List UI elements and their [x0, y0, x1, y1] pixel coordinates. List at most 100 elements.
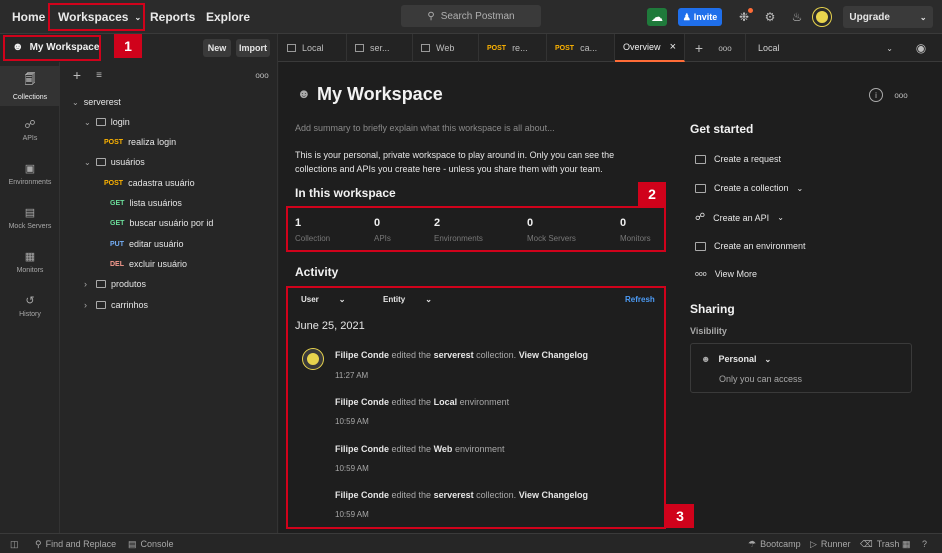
nav-explore[interactable]: Explore	[206, 0, 250, 34]
tree-request[interactable]: POST cadastra usuário	[104, 175, 195, 191]
tree-request[interactable]: GET lista usuários	[110, 195, 182, 211]
close-icon[interactable]: ×	[670, 41, 676, 53]
invite-button[interactable]: ♟ Invite	[678, 8, 722, 26]
tab-local[interactable]: Local	[279, 34, 347, 62]
help-icon[interactable]: ?	[922, 534, 927, 553]
add-icon[interactable]: +	[70, 67, 84, 83]
rail-environments[interactable]: ▣ Environments	[0, 154, 60, 194]
eye-icon[interactable]: ◉	[912, 40, 930, 56]
tree-request[interactable]: POST realiza login	[104, 134, 176, 150]
rail-apis[interactable]: ☍ APIs	[0, 110, 60, 150]
bootcamp-icon: ☂	[748, 538, 757, 549]
new-button[interactable]: New	[203, 39, 231, 57]
tab-post-realiza[interactable]: POST re...	[479, 34, 547, 62]
nav-workspaces[interactable]: Workspaces ⌄	[58, 0, 141, 34]
upgrade-button[interactable]: Upgrade ⌄	[843, 6, 933, 28]
nav-workspaces-label: Workspaces	[58, 10, 129, 24]
stat-environments-count[interactable]: 2	[434, 217, 440, 229]
tree-folder-produtos[interactable]: › produtos	[84, 276, 146, 292]
activity-time: 10:59 AM	[335, 464, 369, 473]
create-request-link[interactable]: Create a request	[695, 154, 781, 164]
runner-button[interactable]: ▷ Runner	[810, 534, 850, 553]
activity-item: Filipe Conde edited the serverest collec…	[335, 350, 589, 360]
environment-icon: ▣	[24, 163, 36, 175]
annotation-label: 2	[638, 182, 666, 206]
visibility-select[interactable]: ☻ Personal ⌄	[701, 354, 771, 364]
create-environment-link[interactable]: Create an environment	[695, 241, 806, 251]
sync-status-icon[interactable]: ☁	[647, 8, 667, 26]
layout-icon[interactable]: ▦	[902, 534, 911, 553]
create-collection-link[interactable]: Create a collection ⌄	[695, 183, 803, 193]
search-icon: ⚲	[427, 10, 435, 22]
tree-folder-usuarios[interactable]: ⌄ usuários	[84, 154, 145, 170]
rail-history[interactable]: ↺ History	[0, 286, 60, 326]
create-api-link[interactable]: ☍ Create an API ⌄	[695, 212, 784, 223]
tree-request[interactable]: GET buscar usuário por id	[110, 215, 213, 231]
folder-icon	[95, 158, 106, 166]
runner-icon: ▷	[810, 538, 817, 549]
view-changelog-link[interactable]: View Changelog	[519, 350, 588, 360]
stat-mock-servers-count[interactable]: 0	[527, 217, 533, 229]
tree-folder-carrinhos[interactable]: › carrinhos	[84, 297, 148, 313]
nav-home[interactable]: Home	[12, 0, 45, 34]
stat-collections-label: Collection	[295, 234, 331, 243]
stat-mock-servers-label: Mock Servers	[527, 234, 576, 243]
activity-time: 10:59 AM	[335, 417, 369, 426]
tab-overview[interactable]: Overview ×	[615, 34, 685, 62]
rail-monitors[interactable]: ▦ Monitors	[0, 242, 60, 282]
chevron-down-icon: ⌄	[338, 295, 346, 304]
import-button[interactable]: Import	[236, 39, 270, 57]
filter-icon[interactable]: ≡	[92, 68, 106, 82]
stat-monitors-count[interactable]: 0	[620, 217, 626, 229]
tree-folder-login[interactable]: ⌄ login	[84, 114, 130, 130]
add-tab-icon[interactable]: +	[691, 40, 707, 56]
history-icon: ↺	[25, 295, 35, 307]
tab-serverest[interactable]: ser...	[347, 34, 413, 62]
notification-dot	[748, 8, 753, 13]
nav-reports[interactable]: Reports	[150, 0, 195, 34]
tree-request[interactable]: PUT editar usuário	[110, 236, 184, 252]
tab-web[interactable]: Web	[413, 34, 479, 62]
workspace-name[interactable]: ☻ My Workspace	[12, 41, 99, 53]
chevron-down-icon: ⌄	[886, 43, 893, 53]
gear-icon[interactable]: ⚙	[762, 9, 778, 25]
activity-heading: Activity	[295, 265, 339, 279]
find-replace-button[interactable]: ⚲ Find and Replace	[35, 534, 116, 553]
rail-collections[interactable]: 🗐 Collections	[0, 66, 60, 106]
console-button[interactable]: ▤ Console	[128, 534, 174, 553]
more-icon[interactable]: ooo	[716, 40, 734, 56]
bell-icon[interactable]: ♨	[789, 9, 805, 25]
activity-date: June 25, 2021	[295, 320, 365, 332]
request-icon	[695, 154, 706, 164]
environment-select[interactable]: Local ⌄	[745, 34, 905, 62]
tree-collection-serverest[interactable]: ⌄ serverest	[72, 94, 121, 110]
avatar[interactable]	[813, 8, 831, 26]
stat-collections-count[interactable]: 1	[295, 217, 301, 229]
view-more-link[interactable]: ooo View More	[695, 269, 757, 279]
activity-filter-entity[interactable]: Entity ⌄	[383, 295, 432, 304]
folder-icon	[96, 301, 106, 309]
view-changelog-link[interactable]: View Changelog	[519, 490, 588, 500]
stat-apis-count[interactable]: 0	[374, 217, 380, 229]
summary-placeholder[interactable]: Add summary to briefly explain what this…	[295, 123, 555, 133]
environment-icon	[421, 44, 430, 52]
monitor-icon: ▦	[24, 251, 36, 263]
bootcamp-button[interactable]: ☂ Bootcamp	[748, 534, 801, 553]
more-icon[interactable]: ooo	[254, 68, 270, 82]
activity-filter-user[interactable]: User ⌄	[301, 295, 346, 304]
tab-post-cadastra[interactable]: POST ca...	[547, 34, 615, 62]
sidebar-toggle-icon[interactable]: ◫	[10, 534, 19, 553]
rail-mock-servers[interactable]: ▤ Mock Servers	[0, 198, 60, 238]
search-input[interactable]: ⚲ Search Postman	[401, 5, 541, 27]
workspace-description-line2: collections and APIs you create here - u…	[295, 164, 603, 174]
trash-button[interactable]: ⌫ Trash	[860, 534, 899, 553]
refresh-link[interactable]: Refresh	[625, 295, 655, 304]
search-placeholder: Search Postman	[440, 10, 515, 22]
api-icon: ☍	[24, 119, 36, 131]
visibility-card: ☻ Personal ⌄ Only you can access	[690, 343, 912, 393]
info-icon[interactable]: i	[869, 88, 883, 102]
more-icon[interactable]: ooo	[893, 88, 909, 102]
collection-icon	[695, 183, 706, 193]
tree-request[interactable]: DEL excluir usuário	[110, 256, 187, 272]
activity-time: 10:59 AM	[335, 510, 369, 519]
